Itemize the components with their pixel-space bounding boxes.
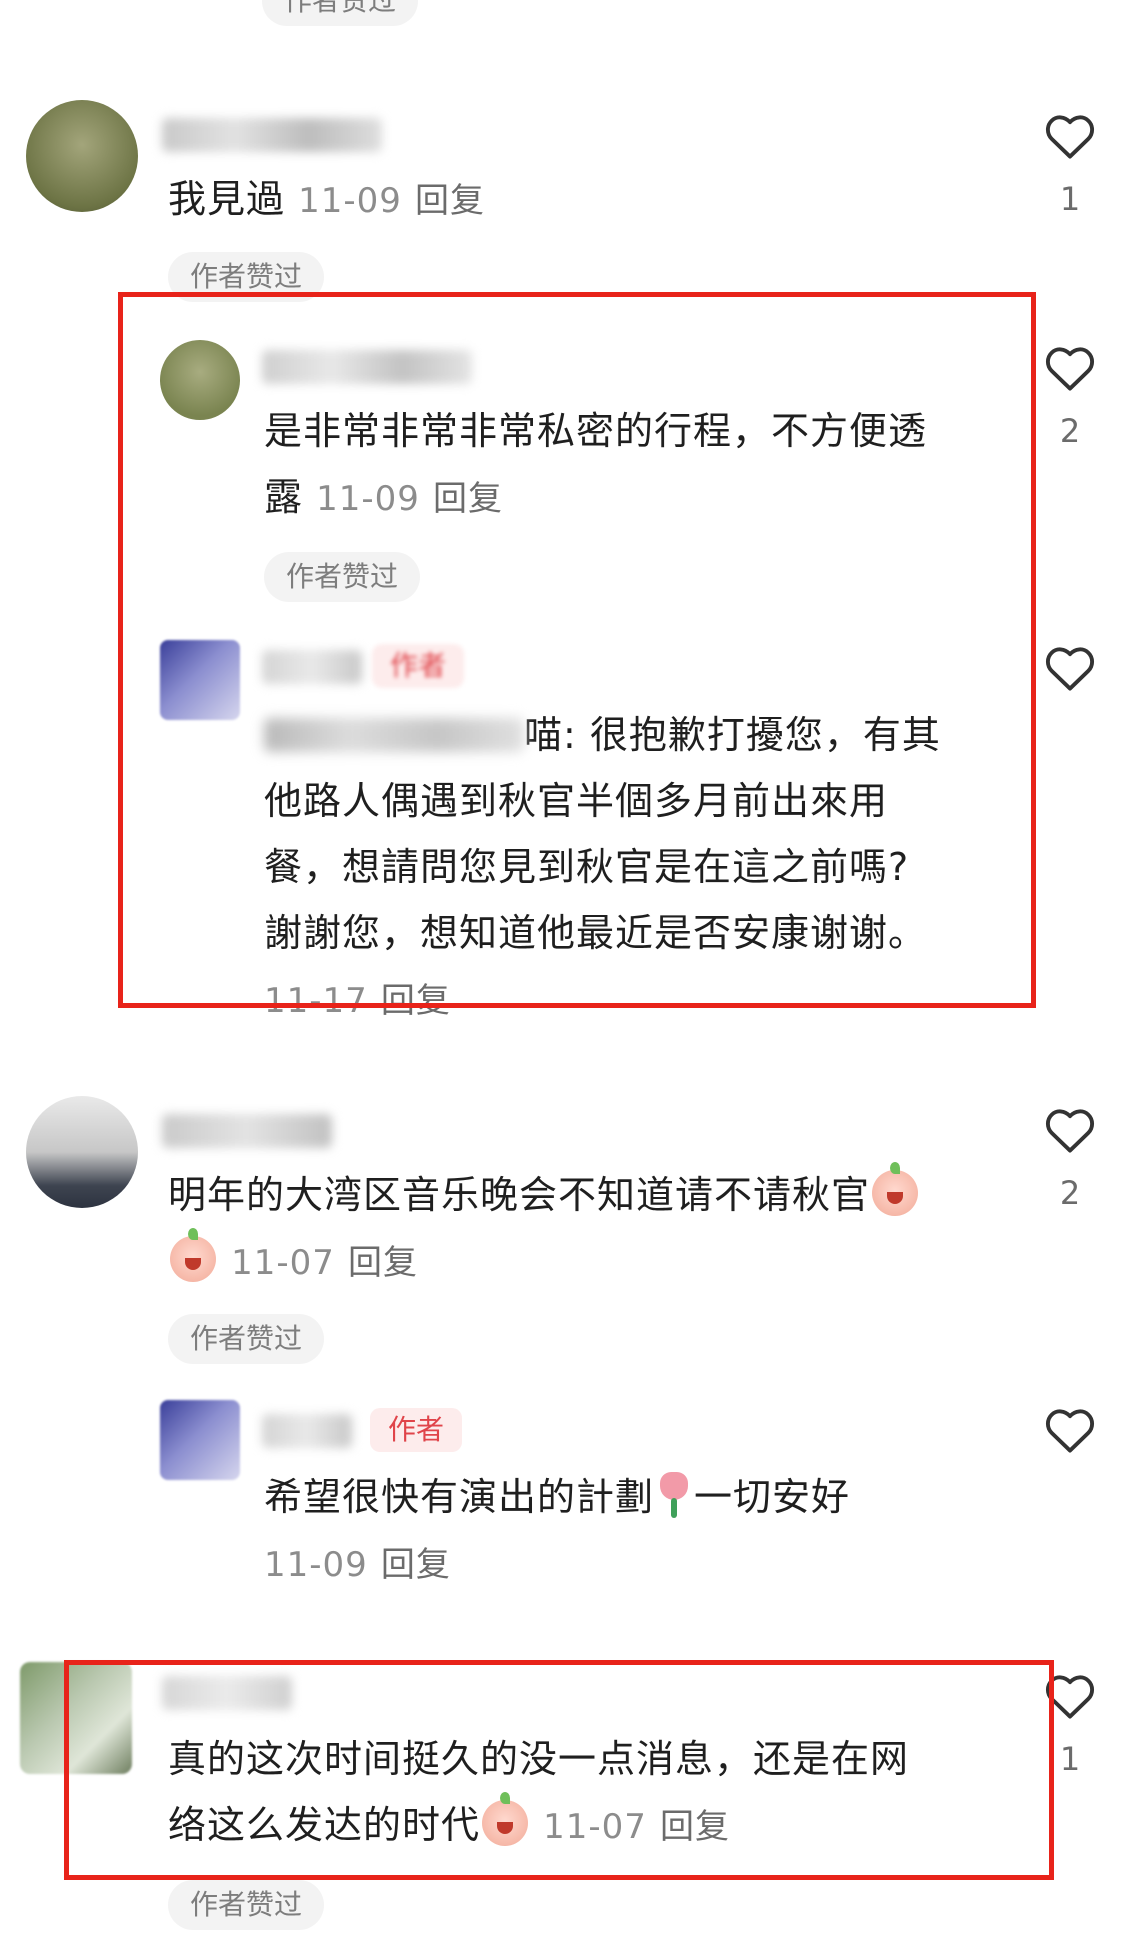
heart-outline-icon[interactable] <box>1044 644 1096 692</box>
avatar[interactable] <box>26 1096 138 1208</box>
heart-outline-icon[interactable] <box>1044 112 1096 160</box>
username-blurred[interactable] <box>162 1114 332 1148</box>
username-blurred[interactable] <box>262 1414 352 1448</box>
author-liked-badge: 作者赞过 <box>262 0 419 26</box>
like-count: 2 <box>1059 412 1081 450</box>
comment-text: 我見過 11-09 回复 <box>168 177 485 221</box>
avatar[interactable] <box>26 100 138 212</box>
reply-button[interactable]: 回复 <box>381 1545 451 1585</box>
author-liked-badge: 作者赞过 <box>168 1880 325 1930</box>
username-blurred[interactable] <box>162 118 382 152</box>
heart-outline-icon[interactable] <box>1044 1106 1096 1154</box>
avatar[interactable] <box>160 1400 240 1480</box>
comment-date: 11-07 <box>231 1243 335 1283</box>
highlight-box <box>64 1660 1054 1880</box>
reply-date: 11-09 <box>264 1545 368 1585</box>
peach-face-emoji-icon <box>170 1228 216 1282</box>
heart-outline-icon[interactable] <box>1044 344 1096 392</box>
highlight-box <box>118 292 1036 1008</box>
peach-face-emoji-icon <box>872 1162 919 1216</box>
author-liked-badge: 作者赞过 <box>168 1314 325 1364</box>
reply-button[interactable]: 回复 <box>415 181 485 221</box>
reply-button[interactable]: 回复 <box>348 1243 418 1283</box>
comment-text: 明年的大湾区音乐晚会不知道请不请秋官 11-07 回复 <box>168 1162 920 1296</box>
comment-date: 11-09 <box>298 181 402 221</box>
author-tag: 作者 <box>370 1408 463 1452</box>
tulip-emoji-icon <box>656 1470 692 1520</box>
reply-text: 希望很快有演出的計劃 一切安好 11-09 回复 <box>264 1464 850 1598</box>
like-count: 1 <box>1059 180 1081 218</box>
like-count: 2 <box>1059 1174 1081 1212</box>
heart-outline-icon[interactable] <box>1044 1406 1096 1454</box>
